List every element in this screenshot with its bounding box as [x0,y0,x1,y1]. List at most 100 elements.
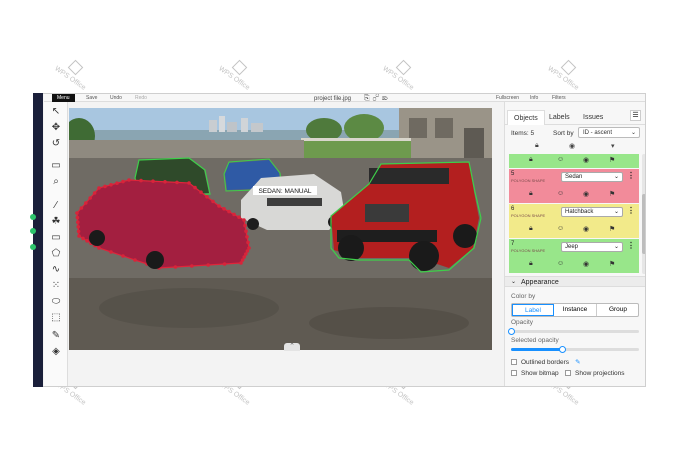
lock-icon[interactable]: 🔒︎ [529,156,533,164]
pin-icon[interactable]: ⚑ [609,260,615,268]
redo-button[interactable]: Redo [135,94,147,102]
magic-wand-icon[interactable]: ∕ [49,200,63,212]
eye-icon[interactable]: ◉ [583,190,589,198]
delete-icon[interactable]: ⌦ [382,95,391,102]
polygon-vertex[interactable] [227,209,231,214]
polygon-vertex[interactable] [193,185,197,190]
polygon-vertex[interactable] [88,196,92,200]
show-projections-checkbox[interactable]: Show projections [565,370,625,377]
polygon-vertex[interactable] [199,190,203,194]
polygon-vertex[interactable] [222,262,227,266]
object-more-icon[interactable]: ⋮ [627,171,635,180]
move-tool-icon[interactable]: ✥ [49,122,63,134]
polygon-vertex[interactable] [79,206,84,210]
tab-labels[interactable]: Labels [543,110,576,125]
polygon-vertex[interactable] [244,229,248,233]
polygon-vertex[interactable] [243,223,247,228]
link-icon[interactable]: ☍ [373,95,383,102]
person-icon[interactable]: ☺ [557,190,564,197]
polygon-vertex[interactable] [77,234,81,238]
pin-icon[interactable]: ⚑ [609,156,615,164]
selected-opacity-slider[interactable] [511,346,639,353]
lock-all-icon[interactable]: 🔒︎ [535,142,539,150]
person-icon[interactable]: ☺ [557,260,564,267]
polygon-vertex[interactable] [133,258,137,262]
polygon-vertex[interactable] [109,250,113,254]
polygon-vertex[interactable] [206,263,210,267]
opacity-slider[interactable] [508,328,639,335]
expand-all-icon[interactable]: ▾ [611,142,615,150]
lock-icon[interactable]: 🔒︎ [529,225,533,233]
objects-scrollbar[interactable] [642,154,645,274]
info-button[interactable]: Info [530,94,538,102]
undo-button[interactable]: Undo [110,94,122,102]
polygon-vertex[interactable] [81,236,85,241]
selected-opacity-knob[interactable] [559,346,567,353]
tag-tool-icon[interactable]: ◈ [49,346,63,358]
checkbox-box[interactable] [511,370,517,377]
polygon-vertex[interactable] [121,254,125,258]
object-row[interactable]: 7 POLYGON SHAPE Jeep ⌄ ⋮ 🔒︎ ☺ ◉ ⚑ [509,239,639,273]
scrollbar-thumb[interactable] [642,194,645,254]
object-row[interactable]: 5 POLYGON SHAPE Sedan ⌄ ⋮ 🔒︎ ☺ ◉ ⚑ [509,169,639,203]
color-by-label-option[interactable]: Label [512,304,554,316]
polygon-vertex[interactable] [187,181,191,185]
eye-icon[interactable]: ◉ [583,225,589,233]
polygon-vertex[interactable] [92,191,97,195]
polygon-vertex[interactable] [222,207,226,211]
tab-issues[interactable]: Issues [577,110,609,125]
eye-icon[interactable]: ◉ [583,260,589,268]
polygon-vertex[interactable] [239,261,243,265]
polygon-vertex[interactable] [97,246,101,250]
polygon-vertex[interactable] [190,264,194,268]
object-label-select[interactable]: Hatchback ⌄ [561,207,623,217]
polygon-vertex[interactable] [127,178,131,182]
sort-by-select[interactable]: ID - ascent ⌄ [578,127,640,138]
person-icon[interactable]: ☺ [557,225,564,232]
polygon-vertex[interactable] [245,235,249,239]
filters-button[interactable]: Filters [552,94,566,102]
polygon-vertex[interactable] [175,180,179,185]
polygon-vertex[interactable] [237,215,241,219]
polygon-vertex[interactable] [84,201,88,205]
polygon-vertex[interactable] [173,265,178,269]
polygon-vertex[interactable] [246,240,250,245]
polygon-vertex[interactable] [217,204,221,208]
checkbox-box[interactable] [511,359,517,366]
lock-icon[interactable]: 🔒︎ [529,260,533,268]
polygon-vertex[interactable] [75,215,80,220]
polygon-vertex[interactable] [232,212,236,217]
color-by-group-option[interactable]: Group [597,304,639,316]
zoom-region-icon[interactable]: ⌕ [49,176,63,188]
rotate-tool-icon[interactable]: ↺ [49,138,63,150]
bottom-panel-toggle[interactable]: ⌃ [284,343,300,351]
polygon-vertex[interactable] [205,195,209,199]
polygon-vertex[interactable] [85,239,89,243]
appearance-header[interactable]: ⌄ Appearance [505,276,645,287]
polygon-vertex[interactable] [76,225,80,229]
show-bitmap-checkbox[interactable]: Show bitmap [511,370,559,377]
cursor-tool-icon[interactable]: ↖ [49,106,63,118]
object-more-icon[interactable]: ⋮ [627,206,635,215]
polygon-vertex[interactable] [97,186,101,190]
polygon-vertex[interactable] [75,211,79,215]
polygon-vertex[interactable] [76,229,81,234]
polyline-tool-icon[interactable]: ∿ [49,264,63,276]
polygon-vertex[interactable] [115,181,119,185]
lock-icon[interactable]: 🔒︎ [529,190,533,198]
object-row-partial[interactable]: 🔒︎ ☺ ◉ ⚑ [509,154,639,168]
image-canvas[interactable]: SEDAN: MANUAL [69,108,492,350]
polygon-vertex[interactable] [139,178,143,183]
color-picker-icon[interactable]: ✎ [575,359,580,366]
polygon-tool-icon[interactable]: ⬠ [49,248,63,260]
points-tool-icon[interactable]: ⁙ [49,280,63,292]
polygon-vertex[interactable] [109,183,113,187]
copy-icon[interactable]: ⎘ [364,95,373,102]
group-tool-icon[interactable]: ☘ [49,216,63,228]
pin-icon[interactable]: ⚑ [609,190,615,198]
panel-menu-icon[interactable]: ☰ [630,110,641,121]
fit-image-icon[interactable]: ▭ [49,160,63,172]
brush-tool-icon[interactable]: ✎ [49,330,63,342]
save-button[interactable]: Save [86,94,97,102]
pin-icon[interactable]: ⚑ [609,225,615,233]
